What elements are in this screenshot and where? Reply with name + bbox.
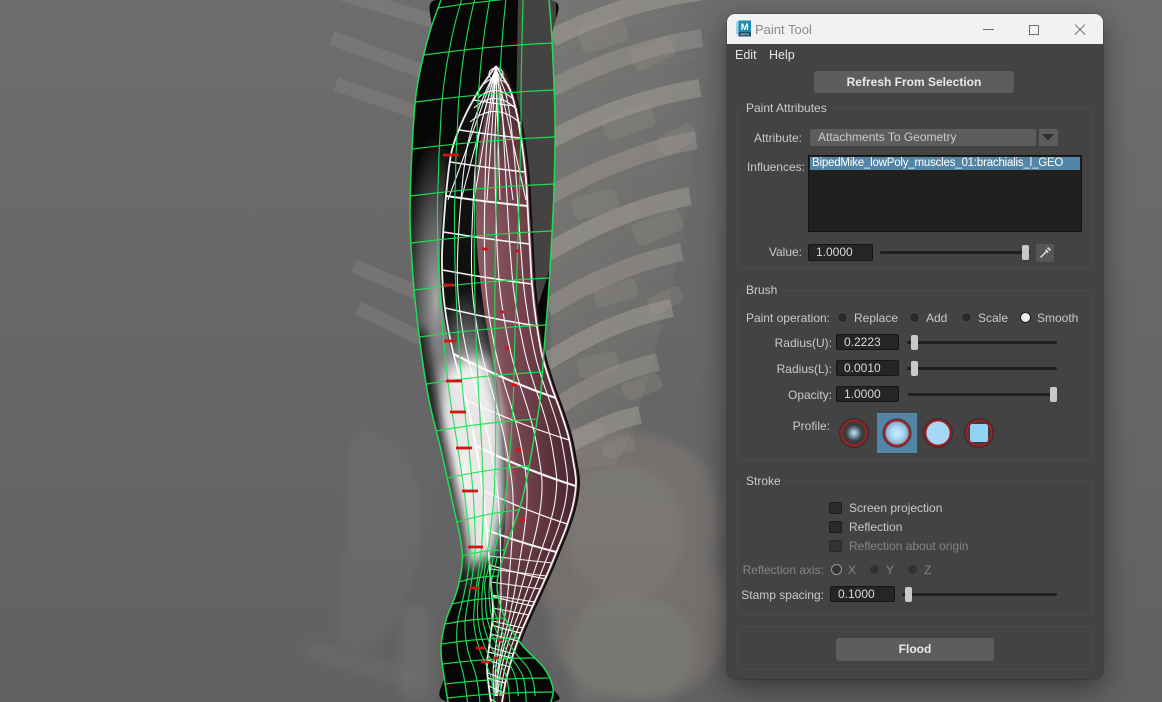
svg-text:MAYA: MAYA (740, 33, 749, 37)
svg-text:M: M (741, 22, 749, 33)
